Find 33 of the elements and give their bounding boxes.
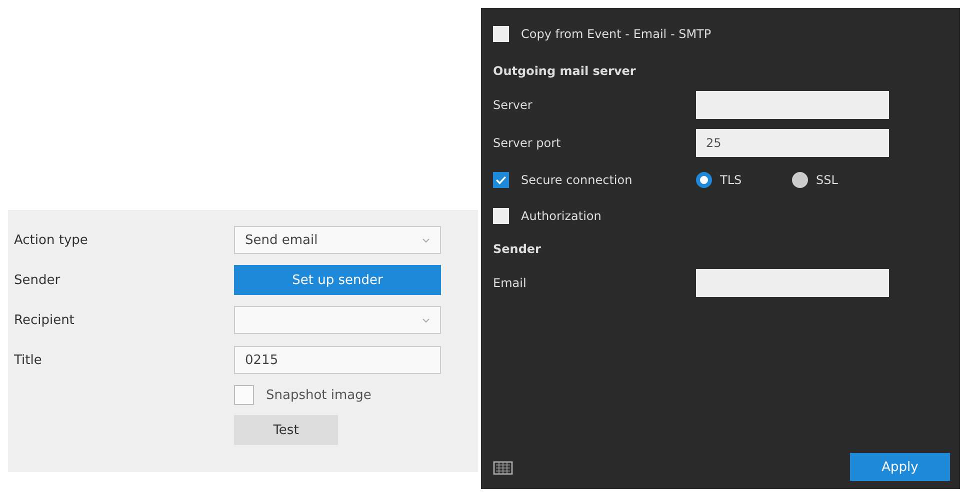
apply-button[interactable]: Apply xyxy=(850,453,950,481)
input-field[interactable]: 25 xyxy=(696,129,889,157)
checkbox[interactable] xyxy=(493,26,509,42)
section-heading: Outgoing mail server xyxy=(493,64,636,78)
checkbox[interactable] xyxy=(493,172,509,188)
chevron-icon xyxy=(422,238,430,242)
field-label: Server xyxy=(493,98,532,112)
radio-label: SSL xyxy=(816,173,838,187)
dropdown[interactable]: Send email xyxy=(234,226,441,254)
radio-button[interactable] xyxy=(792,172,808,188)
test-button[interactable]: Test xyxy=(234,415,338,445)
checkbox-label: Snapshot image xyxy=(266,388,372,402)
chevron-icon xyxy=(422,318,430,322)
checkbox-label: Secure connection xyxy=(521,173,632,187)
field-label: Server port xyxy=(493,136,561,150)
section-heading: Sender xyxy=(493,242,541,256)
checkbox[interactable] xyxy=(234,385,254,405)
input-field[interactable]: 0215 xyxy=(234,346,441,374)
field-label: Email xyxy=(493,276,526,290)
field-label: Action type xyxy=(14,232,88,248)
checkbox-label: Authorization xyxy=(521,209,602,223)
checkbox-label: Copy from Event - Email - SMTP xyxy=(521,27,712,41)
field-label: Recipient xyxy=(14,312,74,328)
dropdown[interactable] xyxy=(234,306,441,334)
radio-button[interactable] xyxy=(696,172,712,188)
field-label: Sender xyxy=(14,272,60,288)
input-field[interactable] xyxy=(696,269,889,297)
set-up-sender-button[interactable]: Set up sender xyxy=(234,265,441,295)
field-label: Title xyxy=(14,352,42,368)
checkbox[interactable] xyxy=(493,208,509,224)
input-field[interactable] xyxy=(696,91,889,119)
keyboard-icon[interactable] xyxy=(493,459,513,475)
radio-label: TLS xyxy=(720,173,742,187)
